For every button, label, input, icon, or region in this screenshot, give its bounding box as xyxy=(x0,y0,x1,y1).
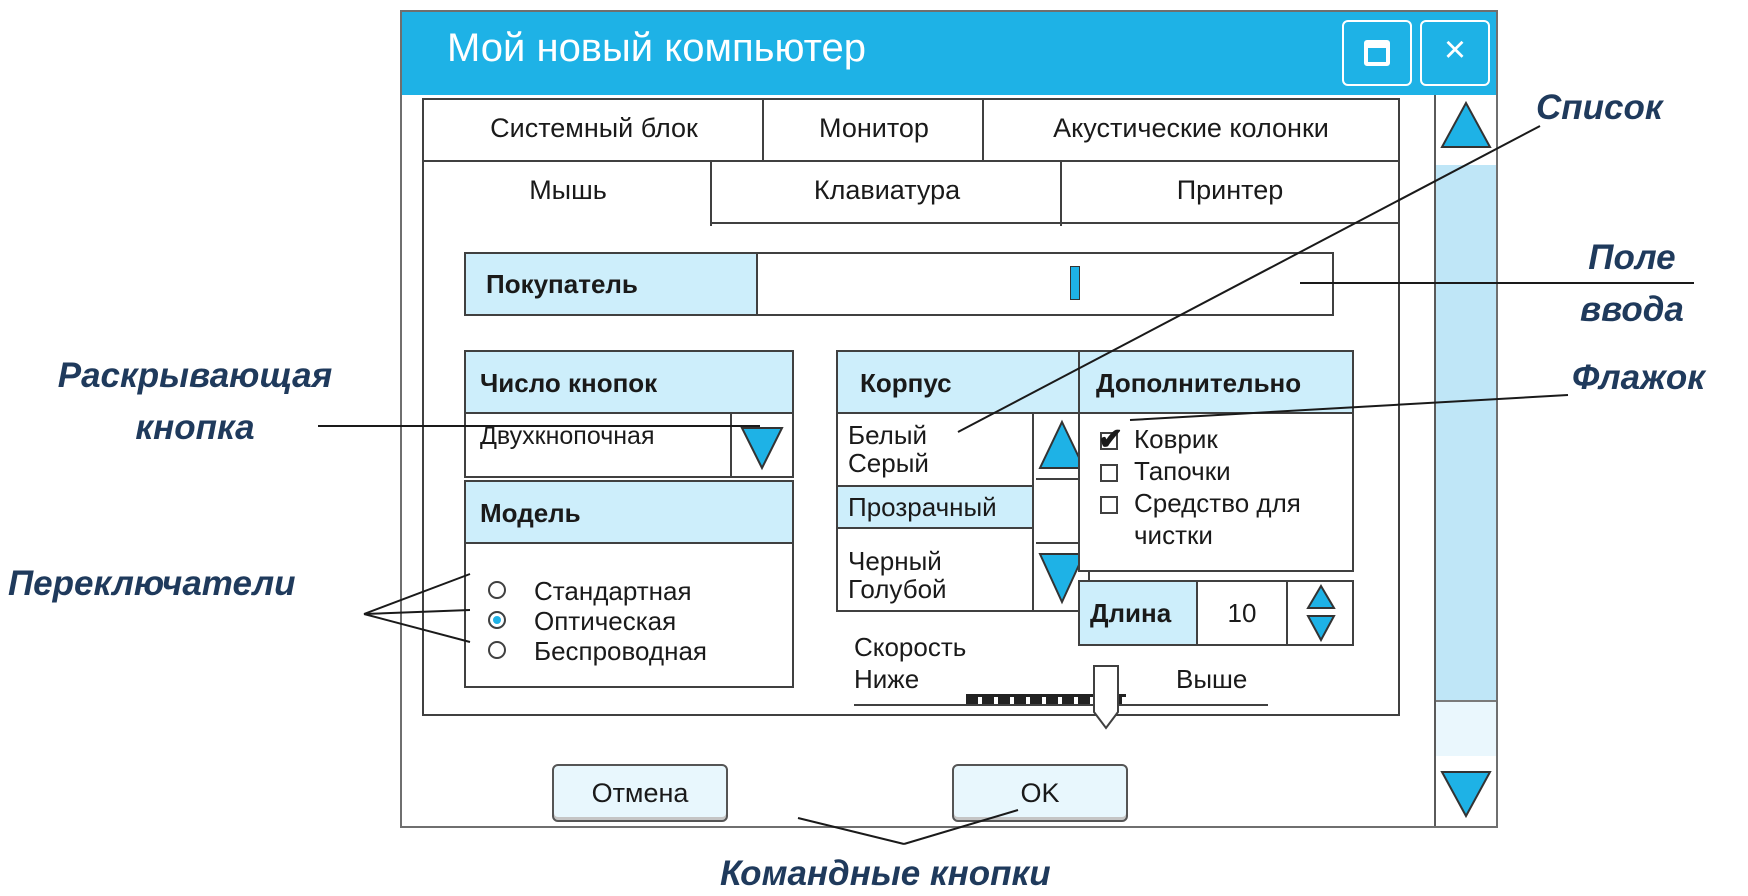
list-item[interactable]: Голубой xyxy=(848,574,947,605)
list-item-label: Прозрачный xyxy=(848,492,997,522)
arrow-up-icon xyxy=(1440,100,1492,148)
slider-high-label: Выше xyxy=(1176,664,1248,694)
radio-label: Беспроводная xyxy=(534,636,707,666)
checkbox[interactable] xyxy=(1100,496,1118,514)
button-count-select[interactable]: Двухкнопочная xyxy=(480,422,654,451)
title-bar[interactable]: Мой новый компьютер × xyxy=(402,12,1496,95)
callout-input-line2: ввода xyxy=(1580,290,1684,329)
callout-dropdown-line2: кнопка xyxy=(135,408,255,447)
tab-speakers[interactable]: Акустические колонки xyxy=(982,98,1400,162)
extras-group: Дополнительно ✔ Коврик Тапочки Средство … xyxy=(1078,350,1354,572)
dialog-window: Мой новый компьютер × Системный блок Мон… xyxy=(400,10,1498,828)
callout-dropdown-line1: Раскрывающая xyxy=(57,356,333,395)
checkbox-label: Средство для xyxy=(1134,488,1301,518)
buyer-field: Покупатель xyxy=(464,252,1334,316)
slider-low-label: Ниже xyxy=(854,664,920,694)
radio-label: Оптическая xyxy=(534,606,677,636)
checkmark-icon: ✔ xyxy=(1098,423,1124,456)
checkbox-checked[interactable]: ✔ xyxy=(1098,423,1123,456)
tab-divider xyxy=(710,222,1400,224)
tab-monitor[interactable]: Монитор xyxy=(762,98,984,162)
dropdown-button[interactable] xyxy=(730,414,792,476)
list-item[interactable]: Белый xyxy=(848,420,927,451)
body-list[interactable]: Белый Серый Прозрачный Черный Голубой xyxy=(838,414,1034,610)
window-title: Мой новый компьютер xyxy=(447,26,866,70)
callout-dropdown: Раскрывающая кнопка xyxy=(0,350,390,454)
maximize-button[interactable] xyxy=(1342,20,1412,86)
checkbox-label: Коврик xyxy=(1134,424,1218,454)
list-item[interactable]: Серый xyxy=(848,448,929,479)
speed-label: Скорость xyxy=(854,632,967,662)
radio-button[interactable] xyxy=(488,641,506,659)
close-button[interactable]: × xyxy=(1420,20,1490,86)
scroll-down-button[interactable] xyxy=(1436,756,1496,826)
length-input[interactable]: 10 xyxy=(1198,582,1288,644)
spinner-arrows-icon xyxy=(1306,584,1336,643)
ok-button[interactable]: OK xyxy=(952,764,1128,822)
radio-label: Стандартная xyxy=(534,576,692,606)
maximize-icon xyxy=(1364,40,1390,66)
speed-slider[interactable]: Ниже Выше xyxy=(854,664,1268,734)
list-item[interactable]: Черный xyxy=(848,546,942,577)
text-cursor xyxy=(1070,266,1080,300)
scroll-thumb[interactable] xyxy=(1436,700,1496,756)
callout-radios: Переключатели xyxy=(8,564,296,603)
close-icon: × xyxy=(1443,29,1467,71)
button-count-group: Число кнопок Двухкнопочная xyxy=(464,350,794,478)
callout-checkbox: Флажок xyxy=(1572,358,1705,397)
arrow-down-icon xyxy=(1440,771,1492,819)
radio-button-selected[interactable] xyxy=(488,611,506,629)
buyer-label: Покупатель xyxy=(466,254,758,314)
checkbox[interactable] xyxy=(1100,464,1118,482)
model-header: Модель xyxy=(466,482,792,544)
checkbox-label-line2: чистки xyxy=(1134,520,1213,550)
length-label: Длина xyxy=(1080,582,1198,644)
checkbox-label: Тапочки xyxy=(1134,456,1231,486)
buyer-input[interactable] xyxy=(758,254,1332,314)
body-group: Корпус Белый Серый Прозрачный Черный Гол… xyxy=(836,350,1090,612)
length-spinner[interactable] xyxy=(1290,582,1352,644)
chevron-down-icon xyxy=(740,427,784,471)
cancel-button[interactable]: Отмена xyxy=(552,764,728,822)
extras-header: Дополнительно xyxy=(1080,352,1352,414)
length-group: Длина 10 xyxy=(1078,580,1354,646)
tab-keyboard[interactable]: Клавиатура xyxy=(710,160,1062,226)
button-count-header: Число кнопок xyxy=(466,352,792,414)
callout-command-buttons: Командные кнопки xyxy=(720,854,1051,893)
scroll-up-button[interactable] xyxy=(1436,95,1496,165)
tab-mouse[interactable]: Мышь xyxy=(422,160,712,226)
radio-button[interactable] xyxy=(488,581,506,599)
model-group: Модель Стандартная Оптическая Беспроводн… xyxy=(464,480,794,688)
callout-list: Список xyxy=(1536,88,1663,127)
tab-system-block[interactable]: Системный блок xyxy=(422,98,764,162)
callout-input-line1: Поле xyxy=(1588,238,1676,277)
list-item-selected[interactable]: Прозрачный xyxy=(838,485,1032,529)
tab-printer[interactable]: Принтер xyxy=(1060,160,1400,226)
callout-input-field: Поле ввода xyxy=(1580,232,1684,336)
slider-thumb[interactable] xyxy=(1092,664,1120,730)
slider-baseline xyxy=(854,704,1268,706)
vertical-scrollbar[interactable] xyxy=(1434,95,1496,826)
body-header: Корпус xyxy=(838,352,1088,414)
